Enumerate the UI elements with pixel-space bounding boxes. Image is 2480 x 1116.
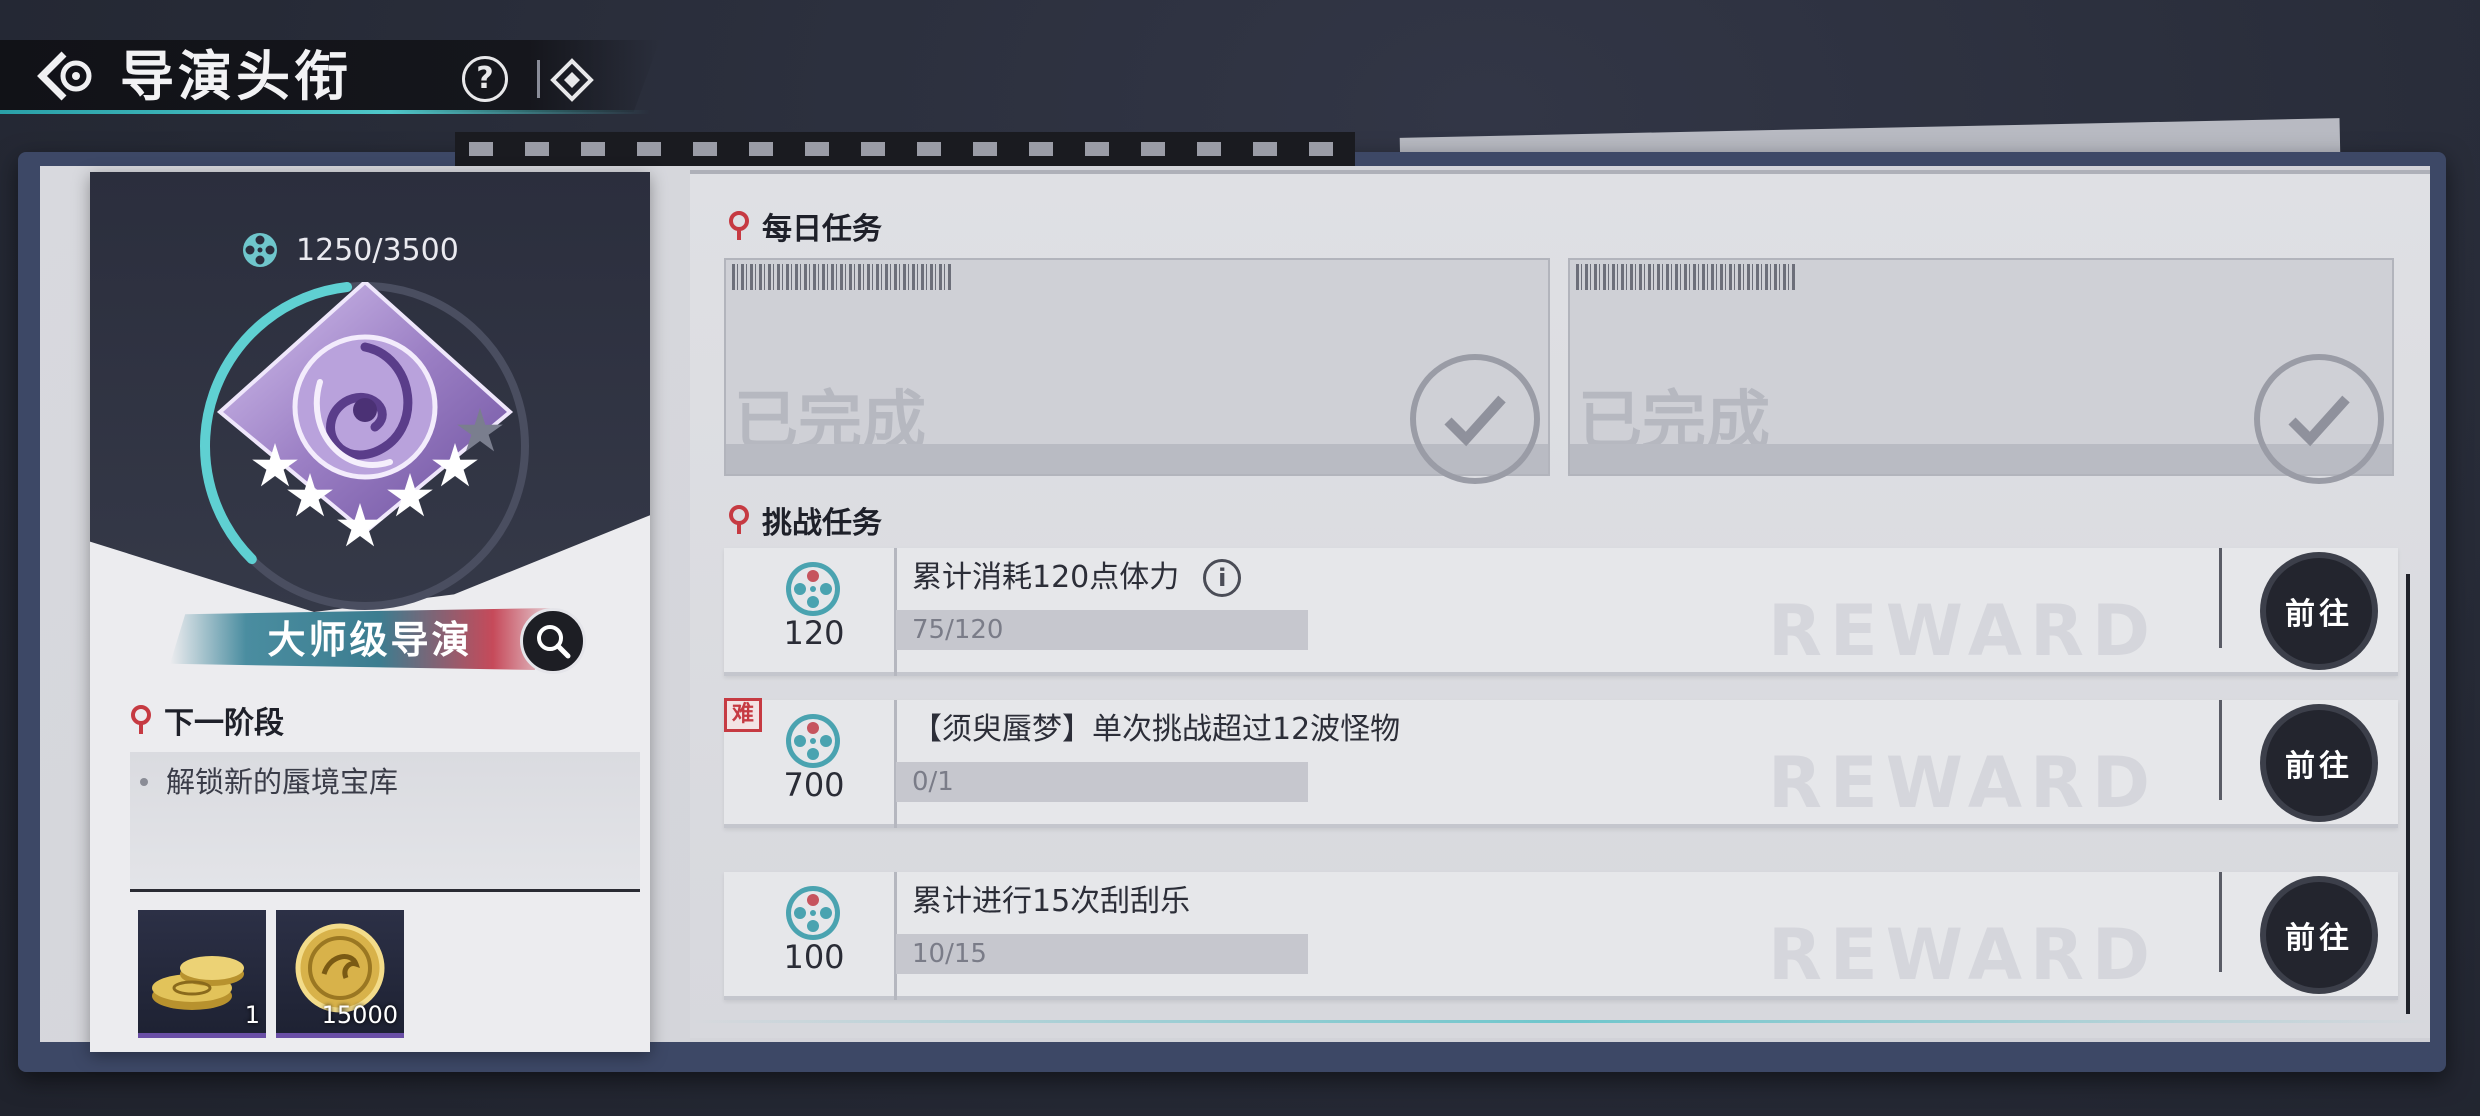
map-pin-icon [729,211,749,240]
watermark: REWARD [1768,914,2158,996]
next-stage-title: 下一阶段 [164,706,284,741]
reward-count: 15000 [321,1001,398,1029]
magnifier-icon [537,625,571,659]
back-arrow-icon [37,51,92,101]
decor-film-strip [455,132,1355,166]
checkmark-icon [2288,395,2350,447]
film-reel-icon [786,714,840,768]
completed-stamp [1410,354,1540,484]
rank-name: 大师级导演 [267,617,473,662]
task-row: REWARD 700 【须臾蜃梦】单次挑战超过12波怪物 0/1 前往 [724,700,2398,828]
rank-detail-button[interactable] [520,608,586,674]
rank-emblem [216,282,514,547]
task-separator [2219,548,2222,648]
barcode-decor [1576,264,1796,290]
exp-counter: 1250/3500 [240,230,459,270]
info-icon[interactable]: i [1203,559,1242,597]
task-title: 累计进行15次刮刮乐 [912,876,1190,928]
task-row: REWARD 120 累计消耗120点体力 i 75/120 前往 [724,548,2398,676]
help-button[interactable]: ? [462,56,508,102]
task-separator [2219,872,2222,972]
diamond-icon [550,58,594,102]
task-separator [2219,700,2222,800]
task-row: REWARD 100 累计进行15次刮刮乐 10/15 前往 [724,872,2398,1000]
go-button[interactable]: 前往 [2266,882,2372,988]
next-stage-item: 解锁新的蜃境宝库 [140,756,398,808]
go-button[interactable]: 前往 [2266,558,2372,664]
panel-accent-line [690,1020,2430,1023]
page-title: 导演头衔 [120,44,352,108]
daily-heading: 每日任务 [728,204,882,248]
go-button[interactable]: 前往 [2266,710,2372,816]
exp-text: 1250/3500 [296,232,459,268]
hard-badge: 难 [724,698,762,732]
task-title-text: 累计消耗120点体力 [912,560,1180,595]
diamond-menu-button[interactable] [550,58,594,102]
task-progress-text: 75/120 [912,615,1004,645]
reward-count: 1 [244,1001,260,1029]
film-reel-icon [243,233,277,267]
next-stage-item-text: 解锁新的蜃境宝库 [166,765,399,799]
header-divider [537,60,540,98]
daily-title: 每日任务 [762,212,882,247]
completed-stamp [2254,354,2384,484]
scrollbar[interactable] [2406,574,2410,1014]
task-title: 累计消耗120点体力 i [912,552,1242,604]
task-title-text: 累计进行15次刮刮乐 [912,884,1191,919]
checkmark-icon [1444,395,1506,447]
next-stage-heading: 下一阶段 [130,698,284,742]
film-reel-icon [786,562,840,616]
task-progress-text: 0/1 [912,767,954,797]
task-reward: 700 [783,766,845,804]
map-pin-icon [131,705,151,734]
film-reel-icon [786,886,840,940]
task-reward: 100 [783,938,845,976]
reward-slot[interactable]: 15000 [276,910,404,1038]
task-title-text: 【须臾蜃梦】单次挑战超过12波怪物 [912,712,1401,747]
daily-task-card: 已完成 [724,258,1550,484]
challenge-heading: 挑战任务 [728,498,882,542]
reward-slot[interactable]: 1 [138,910,266,1038]
bullet-dot [140,778,148,786]
task-progress-text: 10/15 [912,939,987,969]
task-progress-bar: 75/120 [896,610,1308,650]
task-title: 【须臾蜃梦】单次挑战超过12波怪物 [912,704,1400,756]
task-progress-bar: 0/1 [896,762,1308,802]
barcode-decor [732,264,952,290]
map-pin-icon [729,505,749,534]
task-reward: 120 [783,614,845,652]
challenge-title: 挑战任务 [762,506,882,541]
task-progress-bar: 10/15 [896,934,1308,974]
daily-task-card: 已完成 [1568,258,2394,484]
back-button[interactable] [30,46,100,106]
watermark: REWARD [1768,590,2158,672]
watermark: REWARD [1768,742,2158,824]
